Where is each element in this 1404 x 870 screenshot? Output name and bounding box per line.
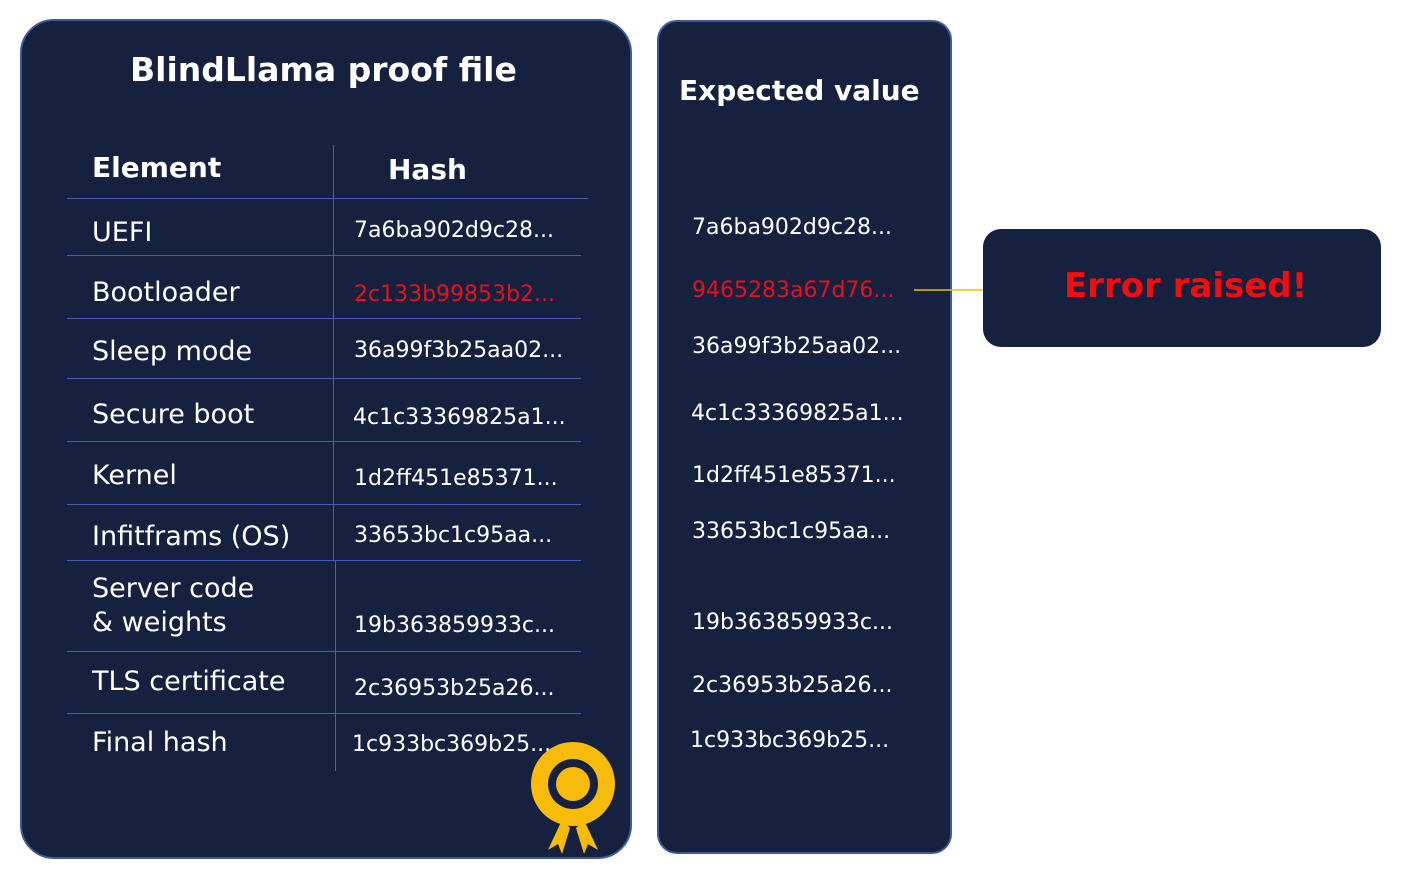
expected-value: 1d2ff451e85371... [692,463,896,488]
row-divider [67,378,581,379]
table-row-element: Infitframs (OS) [92,521,291,552]
expected-value-mismatch: 9465283a67d76... [692,278,895,303]
error-message: Error raised! [1064,266,1308,306]
column-header-hash: Hash [388,153,467,186]
table-row-hash: 4c1c33369825a1... [353,405,566,430]
expected-value: 1c933bc369b25... [690,728,890,753]
table-row-hash: 33653bc1c95aa... [354,523,553,548]
row-divider [67,441,581,442]
table-row-element: Kernel [92,460,177,491]
table-row-hash: 19b363859933c... [354,613,556,638]
table-row-hash-mismatch: 2c133b99853b2... [354,282,555,307]
expected-value: 7a6ba902d9c28... [692,215,892,240]
column-header-element: Element [92,151,222,184]
table-row-hash: 7a6ba902d9c28... [354,218,554,243]
column-divider [333,145,334,560]
expected-value: 19b363859933c... [692,610,894,635]
expected-value: 36a99f3b25aa02... [692,334,902,359]
header-divider [67,198,588,199]
table-row-hash: 2c36953b25a26... [354,676,555,701]
expected-value: 2c36953b25a26... [692,673,893,698]
expected-value: 33653bc1c95aa... [692,519,891,544]
table-row-hash: 36a99f3b25aa02... [354,338,564,363]
row-divider [67,713,581,714]
table-row-hash: 1c933bc369b25... [352,732,552,757]
row-divider [67,504,581,505]
proof-file-title: BlindLlama proof file [130,50,517,89]
table-row-element: UEFI [92,217,153,248]
row-divider [67,255,581,256]
column-divider [335,560,336,771]
table-row-element: Bootloader [92,277,240,308]
table-row-element: Final hash [92,727,228,758]
certificate-badge-icon [531,742,615,854]
row-divider [67,651,581,652]
row-divider [67,318,581,319]
table-row-element: Server code & weights [92,573,255,638]
table-row-hash: 1d2ff451e85371... [354,466,558,491]
table-row-element: TLS certificate [92,666,286,697]
row-divider [67,560,581,561]
table-row-element: Sleep mode [92,336,253,367]
expected-value: 4c1c33369825a1... [691,401,904,426]
table-row-element: Secure boot [92,399,255,430]
expected-value-title: Expected value [679,74,920,107]
